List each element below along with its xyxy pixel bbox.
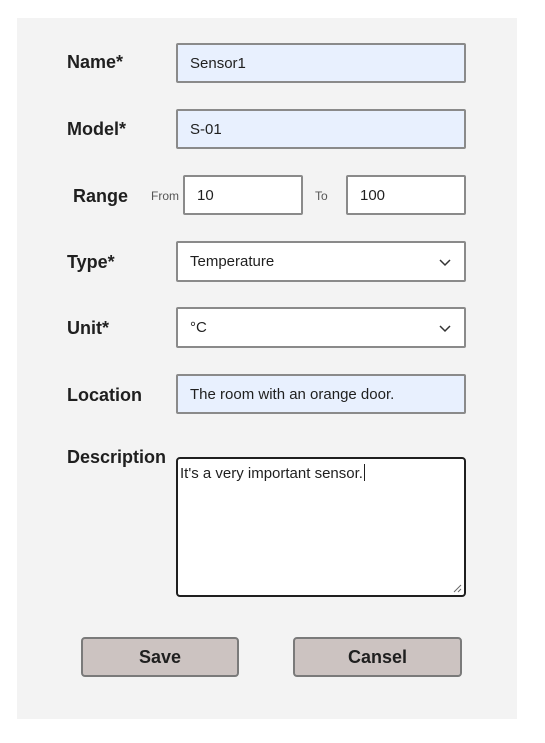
type-select-value: Temperature xyxy=(190,253,275,270)
save-button[interactable]: Save xyxy=(81,637,239,677)
name-input[interactable]: Sensor1 xyxy=(176,43,466,83)
unit-label: Unit* xyxy=(67,318,109,338)
location-label: Location xyxy=(67,385,142,405)
text-cursor xyxy=(363,464,365,481)
range-label: Range xyxy=(73,186,129,206)
range-to-label: To xyxy=(315,189,328,203)
chevron-down-icon xyxy=(439,324,451,332)
model-input-value: S-01 xyxy=(190,120,222,138)
model-input[interactable]: S-01 xyxy=(176,109,466,149)
range-to-value: 100 xyxy=(360,186,386,204)
unit-select-value: °C xyxy=(190,319,207,336)
type-select[interactable]: Temperature xyxy=(176,241,466,282)
unit-select[interactable]: °C xyxy=(176,307,466,348)
description-textarea[interactable]: It's a very important sensor. xyxy=(176,457,466,597)
range-from-label: From xyxy=(151,189,179,203)
range-from-input[interactable]: 10 xyxy=(183,175,303,215)
resize-grip-icon[interactable] xyxy=(452,583,462,593)
chevron-down-icon xyxy=(439,258,451,266)
range-from-value: 10 xyxy=(197,186,214,204)
description-text: It's a very important sensor. xyxy=(180,465,363,482)
model-label: Model* xyxy=(67,119,127,139)
name-input-value: Sensor1 xyxy=(190,54,246,72)
location-input[interactable]: The room with an orange door. xyxy=(176,374,466,414)
range-to-input[interactable]: 100 xyxy=(346,175,466,215)
name-label: Name* xyxy=(67,52,124,72)
cancel-button[interactable]: Cansel xyxy=(293,637,462,677)
location-input-value: The room with an orange door. xyxy=(190,385,395,403)
description-label: Description xyxy=(67,447,167,467)
type-label: Type* xyxy=(67,252,115,272)
